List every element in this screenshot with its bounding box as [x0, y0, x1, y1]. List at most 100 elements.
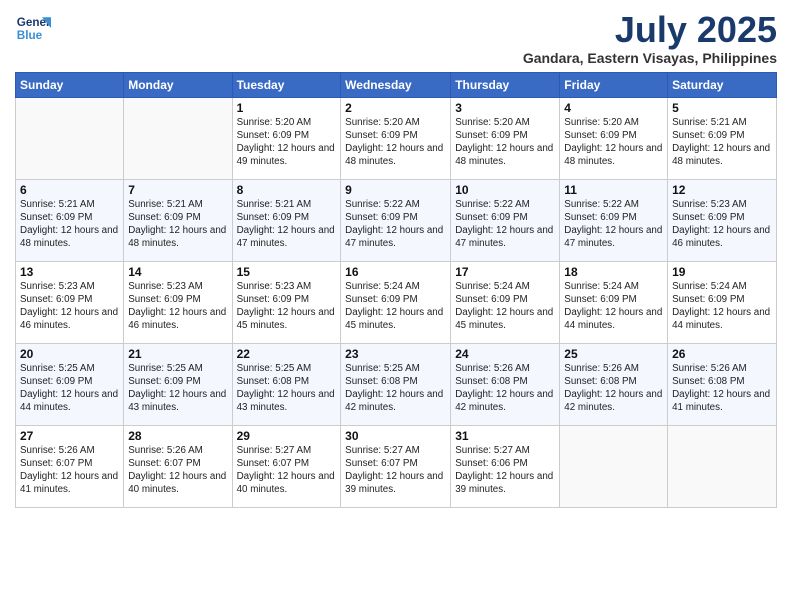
day-number: 1	[237, 101, 337, 115]
calendar-week-row: 1Sunrise: 5:20 AM Sunset: 6:09 PM Daylig…	[16, 97, 777, 179]
calendar-cell: 9Sunrise: 5:22 AM Sunset: 6:09 PM Daylig…	[341, 179, 451, 261]
day-number: 28	[128, 429, 227, 443]
calendar-header-row: Sunday Monday Tuesday Wednesday Thursday…	[16, 72, 777, 97]
day-number: 5	[672, 101, 772, 115]
day-number: 23	[345, 347, 446, 361]
day-info: Sunrise: 5:25 AM Sunset: 6:08 PM Dayligh…	[237, 362, 337, 415]
day-number: 15	[237, 265, 337, 279]
subtitle: Gandara, Eastern Visayas, Philippines	[523, 50, 777, 66]
calendar-cell: 3Sunrise: 5:20 AM Sunset: 6:09 PM Daylig…	[451, 97, 560, 179]
day-number: 29	[237, 429, 337, 443]
day-number: 6	[20, 183, 119, 197]
day-info: Sunrise: 5:23 AM Sunset: 6:09 PM Dayligh…	[672, 198, 772, 251]
page: General Blue July 2025 Gandara, Eastern …	[0, 0, 792, 612]
day-info: Sunrise: 5:23 AM Sunset: 6:09 PM Dayligh…	[20, 280, 119, 333]
day-number: 24	[455, 347, 555, 361]
day-info: Sunrise: 5:26 AM Sunset: 6:08 PM Dayligh…	[672, 362, 772, 415]
day-info: Sunrise: 5:20 AM Sunset: 6:09 PM Dayligh…	[564, 116, 663, 169]
col-wednesday: Wednesday	[341, 72, 451, 97]
calendar-table: Sunday Monday Tuesday Wednesday Thursday…	[15, 72, 777, 508]
calendar-cell: 27Sunrise: 5:26 AM Sunset: 6:07 PM Dayli…	[16, 425, 124, 507]
day-number: 8	[237, 183, 337, 197]
day-info: Sunrise: 5:24 AM Sunset: 6:09 PM Dayligh…	[345, 280, 446, 333]
day-info: Sunrise: 5:27 AM Sunset: 6:07 PM Dayligh…	[345, 444, 446, 497]
day-number: 9	[345, 183, 446, 197]
day-info: Sunrise: 5:25 AM Sunset: 6:08 PM Dayligh…	[345, 362, 446, 415]
day-info: Sunrise: 5:25 AM Sunset: 6:09 PM Dayligh…	[20, 362, 119, 415]
day-info: Sunrise: 5:26 AM Sunset: 6:08 PM Dayligh…	[455, 362, 555, 415]
col-friday: Friday	[560, 72, 668, 97]
calendar-cell: 18Sunrise: 5:24 AM Sunset: 6:09 PM Dayli…	[560, 261, 668, 343]
day-info: Sunrise: 5:21 AM Sunset: 6:09 PM Dayligh…	[237, 198, 337, 251]
col-tuesday: Tuesday	[232, 72, 341, 97]
day-number: 26	[672, 347, 772, 361]
day-number: 27	[20, 429, 119, 443]
calendar-cell: 14Sunrise: 5:23 AM Sunset: 6:09 PM Dayli…	[124, 261, 232, 343]
day-number: 13	[20, 265, 119, 279]
col-thursday: Thursday	[451, 72, 560, 97]
day-info: Sunrise: 5:26 AM Sunset: 6:07 PM Dayligh…	[20, 444, 119, 497]
day-info: Sunrise: 5:22 AM Sunset: 6:09 PM Dayligh…	[564, 198, 663, 251]
day-info: Sunrise: 5:21 AM Sunset: 6:09 PM Dayligh…	[128, 198, 227, 251]
main-title: July 2025	[523, 10, 777, 50]
calendar-cell: 24Sunrise: 5:26 AM Sunset: 6:08 PM Dayli…	[451, 343, 560, 425]
day-info: Sunrise: 5:22 AM Sunset: 6:09 PM Dayligh…	[455, 198, 555, 251]
day-info: Sunrise: 5:20 AM Sunset: 6:09 PM Dayligh…	[237, 116, 337, 169]
calendar-cell: 13Sunrise: 5:23 AM Sunset: 6:09 PM Dayli…	[16, 261, 124, 343]
calendar-cell: 23Sunrise: 5:25 AM Sunset: 6:08 PM Dayli…	[341, 343, 451, 425]
calendar-cell: 21Sunrise: 5:25 AM Sunset: 6:09 PM Dayli…	[124, 343, 232, 425]
calendar-cell: 7Sunrise: 5:21 AM Sunset: 6:09 PM Daylig…	[124, 179, 232, 261]
day-info: Sunrise: 5:26 AM Sunset: 6:08 PM Dayligh…	[564, 362, 663, 415]
calendar-week-row: 6Sunrise: 5:21 AM Sunset: 6:09 PM Daylig…	[16, 179, 777, 261]
day-number: 11	[564, 183, 663, 197]
calendar-cell: 8Sunrise: 5:21 AM Sunset: 6:09 PM Daylig…	[232, 179, 341, 261]
day-info: Sunrise: 5:24 AM Sunset: 6:09 PM Dayligh…	[672, 280, 772, 333]
calendar-cell: 17Sunrise: 5:24 AM Sunset: 6:09 PM Dayli…	[451, 261, 560, 343]
day-number: 21	[128, 347, 227, 361]
day-number: 22	[237, 347, 337, 361]
calendar-cell	[560, 425, 668, 507]
calendar-cell: 28Sunrise: 5:26 AM Sunset: 6:07 PM Dayli…	[124, 425, 232, 507]
calendar-cell: 12Sunrise: 5:23 AM Sunset: 6:09 PM Dayli…	[668, 179, 777, 261]
day-info: Sunrise: 5:24 AM Sunset: 6:09 PM Dayligh…	[564, 280, 663, 333]
day-number: 25	[564, 347, 663, 361]
day-number: 3	[455, 101, 555, 115]
day-number: 20	[20, 347, 119, 361]
logo-icon: General Blue	[15, 10, 51, 46]
calendar-cell	[668, 425, 777, 507]
calendar-week-row: 20Sunrise: 5:25 AM Sunset: 6:09 PM Dayli…	[16, 343, 777, 425]
day-number: 2	[345, 101, 446, 115]
day-info: Sunrise: 5:20 AM Sunset: 6:09 PM Dayligh…	[345, 116, 446, 169]
day-number: 30	[345, 429, 446, 443]
logo: General Blue	[15, 10, 51, 46]
day-number: 17	[455, 265, 555, 279]
day-info: Sunrise: 5:27 AM Sunset: 6:07 PM Dayligh…	[237, 444, 337, 497]
day-info: Sunrise: 5:27 AM Sunset: 6:06 PM Dayligh…	[455, 444, 555, 497]
col-saturday: Saturday	[668, 72, 777, 97]
calendar-cell: 29Sunrise: 5:27 AM Sunset: 6:07 PM Dayli…	[232, 425, 341, 507]
day-info: Sunrise: 5:24 AM Sunset: 6:09 PM Dayligh…	[455, 280, 555, 333]
calendar-cell	[124, 97, 232, 179]
day-number: 16	[345, 265, 446, 279]
calendar-cell: 22Sunrise: 5:25 AM Sunset: 6:08 PM Dayli…	[232, 343, 341, 425]
calendar-cell: 1Sunrise: 5:20 AM Sunset: 6:09 PM Daylig…	[232, 97, 341, 179]
day-info: Sunrise: 5:26 AM Sunset: 6:07 PM Dayligh…	[128, 444, 227, 497]
day-info: Sunrise: 5:23 AM Sunset: 6:09 PM Dayligh…	[237, 280, 337, 333]
calendar-week-row: 27Sunrise: 5:26 AM Sunset: 6:07 PM Dayli…	[16, 425, 777, 507]
day-number: 4	[564, 101, 663, 115]
calendar-cell: 31Sunrise: 5:27 AM Sunset: 6:06 PM Dayli…	[451, 425, 560, 507]
day-number: 10	[455, 183, 555, 197]
day-number: 18	[564, 265, 663, 279]
day-info: Sunrise: 5:25 AM Sunset: 6:09 PM Dayligh…	[128, 362, 227, 415]
col-monday: Monday	[124, 72, 232, 97]
day-info: Sunrise: 5:22 AM Sunset: 6:09 PM Dayligh…	[345, 198, 446, 251]
calendar-cell: 15Sunrise: 5:23 AM Sunset: 6:09 PM Dayli…	[232, 261, 341, 343]
calendar-cell: 26Sunrise: 5:26 AM Sunset: 6:08 PM Dayli…	[668, 343, 777, 425]
calendar-cell: 4Sunrise: 5:20 AM Sunset: 6:09 PM Daylig…	[560, 97, 668, 179]
day-info: Sunrise: 5:23 AM Sunset: 6:09 PM Dayligh…	[128, 280, 227, 333]
title-block: July 2025 Gandara, Eastern Visayas, Phil…	[523, 10, 777, 66]
calendar-cell: 19Sunrise: 5:24 AM Sunset: 6:09 PM Dayli…	[668, 261, 777, 343]
day-number: 12	[672, 183, 772, 197]
day-number: 14	[128, 265, 227, 279]
day-info: Sunrise: 5:21 AM Sunset: 6:09 PM Dayligh…	[20, 198, 119, 251]
